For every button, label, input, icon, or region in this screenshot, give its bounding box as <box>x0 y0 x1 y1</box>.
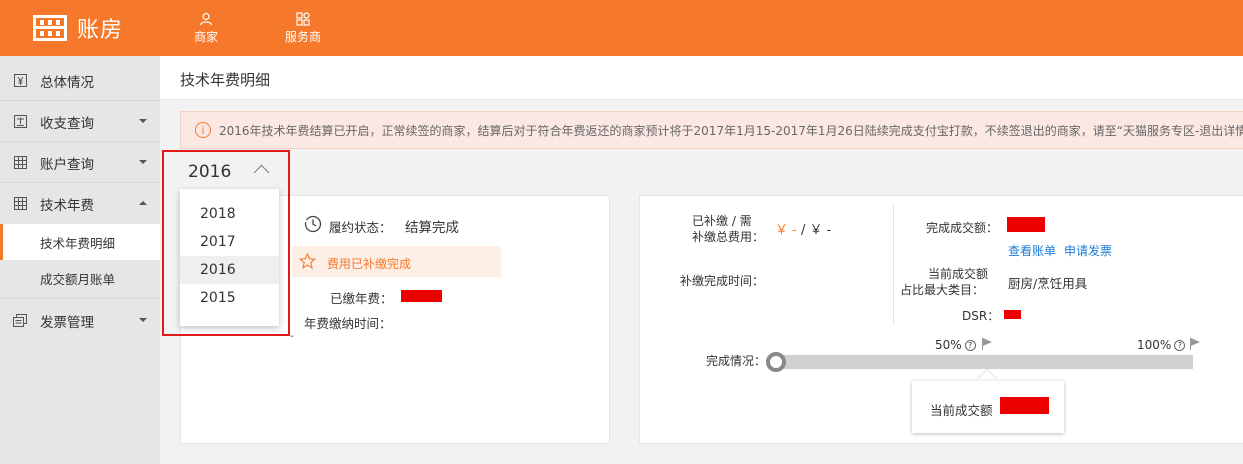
help-icon[interactable]: ? <box>964 340 976 351</box>
category-label-line2: 占比最大类目： <box>900 283 985 297</box>
view-bill-link[interactable]: 查看账单 <box>1008 242 1056 259</box>
supplement-paid: ￥ - <box>775 223 797 238</box>
mark-50-label: 50% <box>935 338 962 352</box>
top-bar: 账房 商家 服务商 <box>0 0 1243 56</box>
sidebar-divider <box>0 298 160 299</box>
notice-banner: i 2016年技术年费结算已开启，正常续签的商家，结算后对于符合年费返还的商家预… <box>180 111 1243 149</box>
progress-knob <box>766 352 786 372</box>
sidebar-subitem-tech-fee-detail[interactable]: 技术年费明细 <box>0 224 160 260</box>
topnav-merchant-label: 商家 <box>194 30 219 44</box>
mark-100-label: 100% <box>1137 338 1172 352</box>
mark-50: 50%? <box>935 338 976 352</box>
progress-label: 完成情况： <box>706 354 767 368</box>
mark-100: 100%? <box>1137 338 1186 352</box>
sidebar-item-label: 发票管理 <box>40 314 94 331</box>
sidebar-item-account[interactable]: 账户查询 <box>0 142 160 183</box>
completed-amount-label: 完成成交额： <box>926 221 999 235</box>
app-logo[interactable]: 账房 <box>33 12 123 44</box>
supplement-label-line2: 补缴总费用： <box>692 230 765 244</box>
sidebar-item-overview[interactable]: 总体情况 <box>0 60 160 101</box>
notice-text: 2016年技术年费结算已开启，正常续签的商家，结算后对于符合年费返还的商家预计将… <box>219 123 1243 138</box>
yen-icon <box>0 74 40 87</box>
app-title: 账房 <box>77 18 124 43</box>
redacted-paid-fee <box>401 290 442 302</box>
star-icon <box>298 252 317 273</box>
invoice-icon <box>0 314 40 327</box>
chevron-down-icon <box>139 119 147 123</box>
flag-icon <box>982 338 993 350</box>
info-icon: i <box>195 122 211 138</box>
paid-time-value: - <box>290 331 294 342</box>
topnav-provider-label: 服务商 <box>285 30 322 44</box>
chevron-down-icon <box>139 318 147 322</box>
flag-icon <box>1190 338 1201 350</box>
sidebar-item-label: 账户查询 <box>40 156 94 173</box>
chevron-down-icon <box>139 160 147 164</box>
status-label: 履约状态： <box>329 220 392 235</box>
supplement-amounts: ￥ - / ￥ - <box>775 219 831 238</box>
sidebar-subitem-monthly-bill[interactable]: 成交额月账单 <box>0 260 160 296</box>
category-value: 厨房/烹饪用具 <box>1008 276 1088 291</box>
sidebar-item-label: 收支查询 <box>40 115 94 132</box>
clock-icon <box>304 215 322 237</box>
sidebar-item-income-expense[interactable]: 收支查询 <box>0 101 160 142</box>
page-header: 技术年费明细 <box>160 56 1243 100</box>
supplement-time-label: 补缴完成时间： <box>680 274 765 288</box>
document-icon <box>0 115 40 128</box>
page-title: 技术年费明细 <box>180 71 271 89</box>
grid-icon <box>296 10 310 28</box>
table-icon <box>0 156 40 169</box>
apply-invoice-link[interactable]: 申请发票 <box>1064 242 1112 259</box>
paid-fee-label: 已缴年费： <box>330 291 393 306</box>
abacus-icon <box>33 15 67 41</box>
sidebar-item-invoice[interactable]: 发票管理 <box>0 300 160 341</box>
topnav-provider[interactable]: 服务商 <box>285 10 321 45</box>
redacted-current-amount <box>1000 397 1049 414</box>
sidebar-item-tech-fee[interactable]: 技术年费 <box>0 183 160 224</box>
supplement-total: ￥ - <box>809 223 832 238</box>
fee-status-badge-text: 费用已补缴完成 <box>327 257 412 271</box>
dsr-label: DSR： <box>962 309 1000 323</box>
tooltip-label: 当前成交额 <box>930 403 993 418</box>
annotation-highlight-box <box>162 150 290 336</box>
sidebar-subitem-label: 技术年费明细 <box>40 235 116 251</box>
topnav-merchant[interactable]: 商家 <box>194 10 218 45</box>
status-value: 结算完成 <box>405 220 459 236</box>
help-icon[interactable]: ? <box>1174 340 1186 351</box>
card-divider <box>893 204 894 325</box>
sidebar-subitem-label: 成交额月账单 <box>40 271 116 287</box>
progress-track <box>777 355 1193 369</box>
chevron-up-icon <box>139 201 147 205</box>
category-label-line1: 当前成交额 <box>928 267 989 281</box>
user-icon <box>199 10 213 28</box>
redacted-dsr <box>1004 310 1021 319</box>
redacted-completed-amount <box>1007 217 1045 232</box>
table-icon <box>0 197 40 210</box>
sidebar-item-label: 技术年费 <box>40 197 94 214</box>
supplement-separator: / <box>796 223 810 238</box>
sidebar: 总体情况 收支查询 账户查询 技术年费 技术年费明细 成交额月账单 发票管理 <box>0 56 160 464</box>
supplement-label-line1: 已补缴 / 需 <box>692 214 752 228</box>
paid-time-label: 年费缴纳时间： <box>304 316 392 331</box>
sidebar-item-label: 总体情况 <box>40 74 94 91</box>
